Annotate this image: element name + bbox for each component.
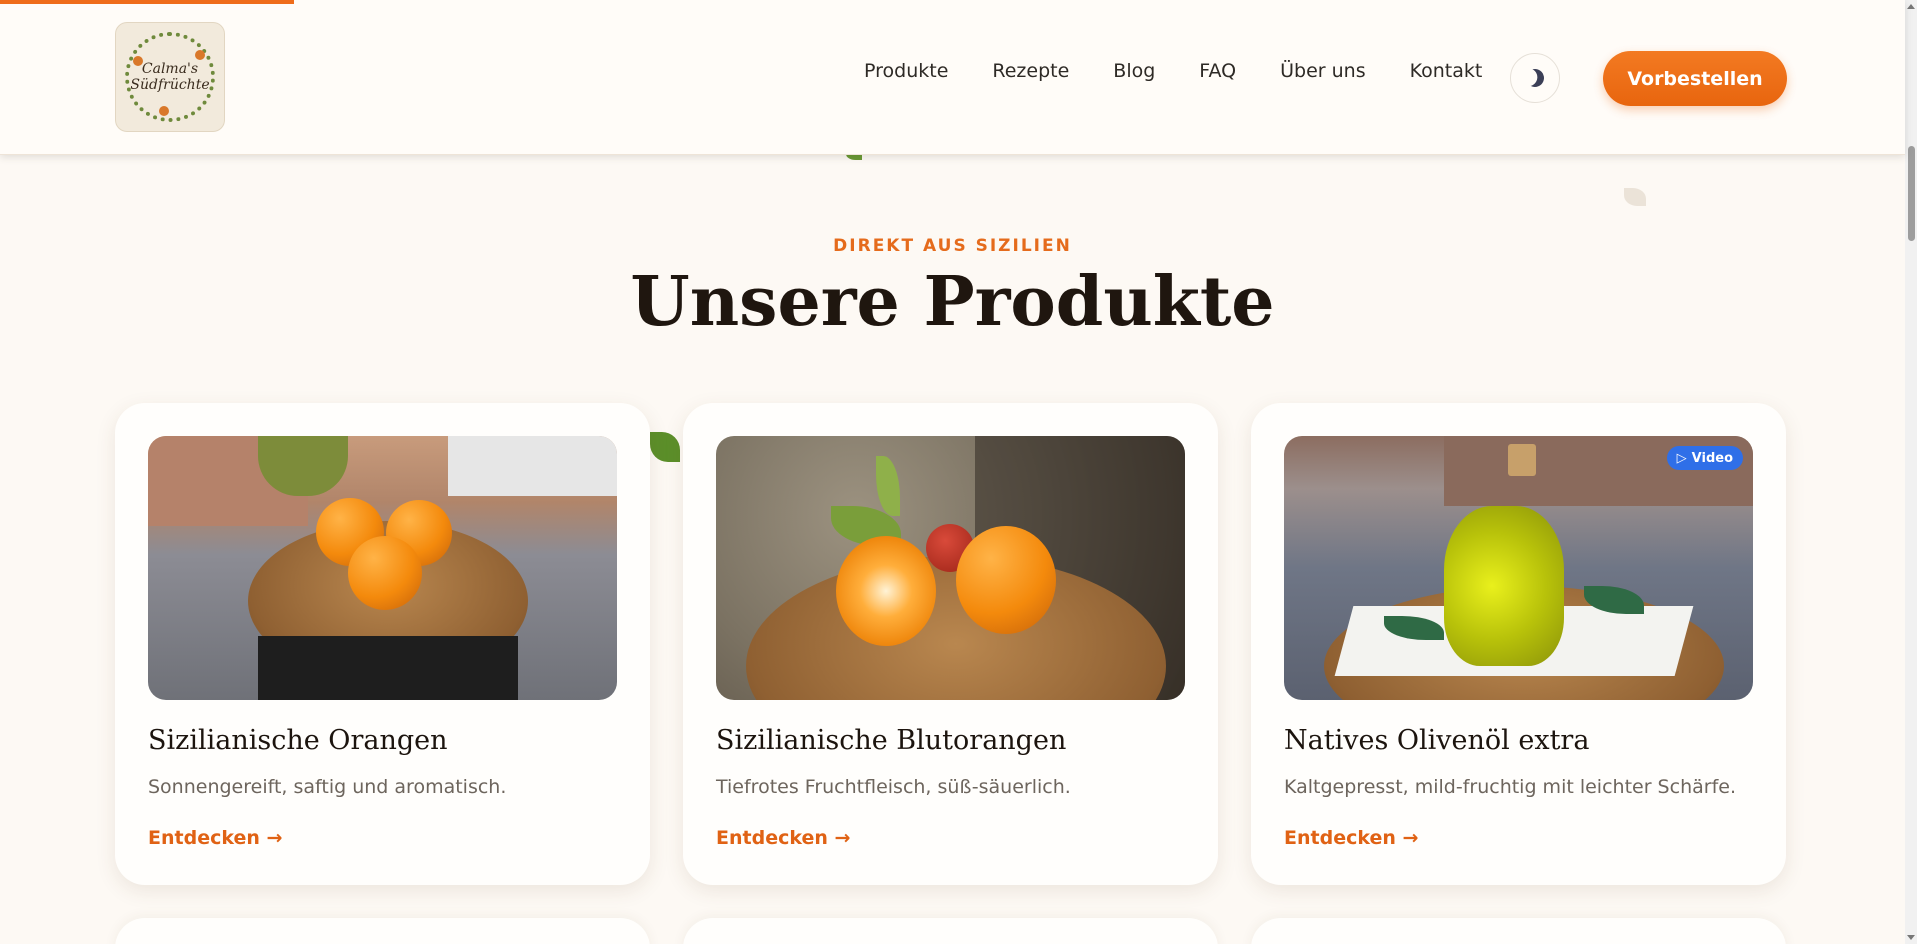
nav-link-produkte[interactable]: Produkte [864,60,948,82]
orange [956,526,1056,634]
discover-link[interactable]: Entdecken → [1284,827,1418,849]
site-header: Calma's Südfrüchte Produkte Rezepte Blog… [0,0,1905,155]
discover-link[interactable]: Entdecken → [148,827,282,849]
nav-link-rezepte[interactable]: Rezepte [992,60,1069,82]
leaf [876,456,900,516]
product-image-blood-oranges [716,436,1185,700]
product-image-olive-oil: ▷ Video [1284,436,1753,700]
scroll-down-icon[interactable] [1907,935,1915,940]
logo-fruit-icon [133,56,143,66]
scrollbar[interactable] [1905,0,1917,944]
product-card-next [115,918,650,944]
theme-toggle-button[interactable] [1510,53,1560,103]
product-card[interactable]: ▷ Video Natives Olivenöl extra Kaltgepre… [1251,403,1786,885]
logo-fruit-icon [159,106,169,116]
video-badge[interactable]: ▷ Video [1666,446,1743,470]
section-eyebrow: DIREKT AUS SIZILIEN [833,236,1072,256]
scrollbar-thumb[interactable] [1908,146,1915,241]
section-title: Unsere Produkte [630,262,1275,342]
video-badge-label: Video [1691,450,1733,466]
decorative-leaf-icon [1624,188,1646,206]
scroll-progress-bar [0,0,294,4]
logo-text: Calma's Südfrüchte [130,61,210,93]
logo-fruit-icon [195,50,205,60]
product-card[interactable]: Sizilianische Blutorangen Tiefrotes Fruc… [683,403,1218,885]
nav-link-kontakt[interactable]: Kontakt [1410,60,1483,82]
product-card[interactable]: Sizilianische Orangen Sonnengereift, saf… [115,403,650,885]
moon-icon [1523,66,1546,89]
product-card-next [683,918,1218,944]
logo[interactable]: Calma's Südfrüchte [115,22,225,132]
product-title: Sizilianische Blutorangen [716,725,1067,756]
product-card-next [1251,918,1786,944]
nav-link-faq[interactable]: FAQ [1199,60,1236,82]
bottle-cork [1508,444,1536,476]
orange [348,536,422,610]
play-icon: ▷ [1676,450,1687,466]
decorative-leaf-icon [650,432,680,462]
wall-window [448,436,617,496]
nav-link-ueber-uns[interactable]: Über uns [1280,60,1366,82]
logo-wreath: Calma's Südfrüchte [125,32,215,122]
nav-link-blog[interactable]: Blog [1113,60,1155,82]
main-nav: Produkte Rezepte Blog FAQ Über uns Konta… [864,60,1526,82]
product-title: Sizilianische Orangen [148,725,448,756]
table-base [258,636,518,700]
discover-link[interactable]: Entdecken → [716,827,850,849]
orange-half [836,536,936,646]
product-description: Kaltgepresst, mild-fruchtig mit leichter… [1284,776,1736,798]
oil-bottle [1444,506,1564,666]
scroll-up-icon[interactable] [1907,4,1915,9]
product-title: Natives Olivenöl extra [1284,725,1590,756]
preorder-button[interactable]: Vorbestellen [1603,51,1787,106]
product-description: Sonnengereift, saftig und aromatisch. [148,776,507,798]
product-description: Tiefrotes Fruchtfleisch, süß-säuerlich. [716,776,1071,798]
product-image-oranges [148,436,617,700]
